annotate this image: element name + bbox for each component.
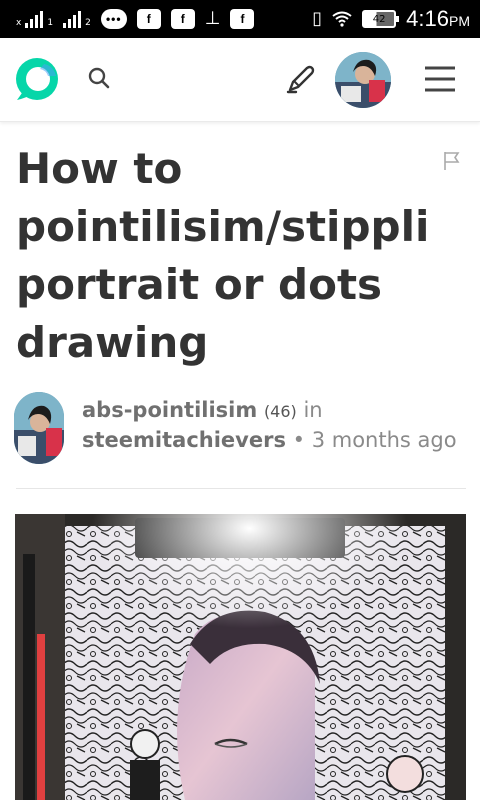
battery-level-text: 42	[372, 13, 386, 25]
facebook-notification-icon: f	[136, 9, 161, 29]
byline-separator: •	[285, 428, 312, 452]
clock-time: 4:16	[406, 6, 449, 31]
sim1-label: 1	[47, 18, 54, 28]
divider	[16, 488, 466, 489]
author-reputation: (46)	[263, 402, 297, 421]
community-link[interactable]: steemitachievers	[82, 428, 286, 452]
flag-icon[interactable]	[442, 150, 462, 172]
app-header	[0, 38, 480, 122]
facebook-notification-icon-2: f	[170, 9, 195, 29]
sim-status-text: x	[16, 18, 22, 28]
status-bar: x 1 2 ••• f f ⊥ f ▯ 42 4:16PM	[0, 0, 480, 38]
wifi-icon	[332, 11, 352, 27]
chat-notification-icon: •••	[100, 9, 127, 29]
facebook-notification-icon-3: f	[230, 9, 255, 29]
vibrate-icon: ▯	[312, 8, 323, 29]
sim2-label: 2	[85, 18, 91, 28]
clock-ampm: PM	[449, 13, 470, 29]
status-clock: 4:16PM	[406, 6, 470, 32]
author-avatar[interactable]	[14, 392, 64, 464]
byline-in-text: in	[296, 398, 323, 422]
post-title: How to pointilisim/stippling portrait or…	[16, 144, 432, 367]
search-icon[interactable]	[86, 64, 114, 94]
download-notification-icon: ⊥	[204, 8, 221, 29]
author-link[interactable]: abs-pointilisim	[82, 398, 257, 422]
post-byline: abs-pointilisim (46) in steemitachievers…	[82, 396, 462, 455]
post-age[interactable]: 3 months ago	[312, 428, 457, 452]
signal-strength-2-icon: 2	[63, 10, 91, 28]
signal-strength-icon: x 1	[14, 10, 53, 28]
user-avatar[interactable]	[335, 52, 391, 108]
pencil-icon[interactable]	[284, 62, 318, 96]
steemit-logo-icon[interactable]	[14, 56, 60, 102]
post-hero-image[interactable]	[15, 514, 466, 800]
battery-icon: 42	[362, 10, 400, 28]
menu-icon[interactable]	[422, 64, 458, 94]
